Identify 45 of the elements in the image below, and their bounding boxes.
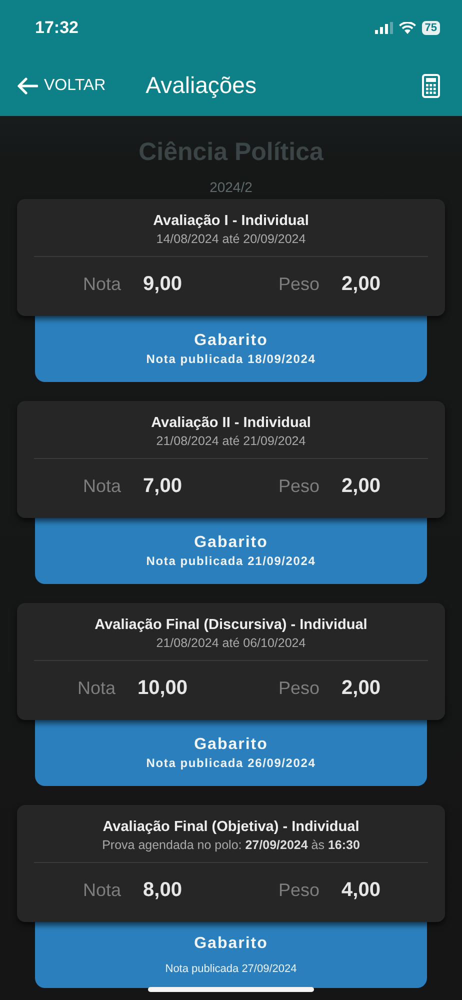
grade-label: Nota [77,678,116,699]
weight-value: 2,00 [342,677,380,700]
answer-key-button[interactable]: Gabarito Nota publicada 26/09/2024 [35,720,427,786]
assessment-period: 21/08/2024 até 21/09/2024 [155,434,307,448]
screen-title: Avaliações [146,72,258,99]
assessment-period: 21/08/2024 até 06/10/2024 [155,636,307,650]
weight-value: 4,00 [342,879,380,902]
published-note: Nota publicada 18/09/2024 [146,352,316,366]
signal-icon [374,22,393,34]
answer-key-button[interactable]: Gabarito Nota publicada 27/09/2024 [35,922,427,988]
weight-label: Peso [278,880,320,901]
grade-value: 7,00 [143,475,182,498]
grade-value: 9,00 [143,273,182,296]
battery-indicator: 75 [422,20,440,34]
grade-value: 10,00 [137,677,188,700]
assessment-title: Avaliação Final (Discursiva) - Individual [94,617,368,633]
grade-label: Nota [83,880,122,901]
weight-label: Peso [278,274,320,295]
wifi-icon [398,22,416,34]
published-note: Nota publicada 21/09/2024 [146,554,316,568]
assessment-title: Avaliação II - Individual [150,415,312,431]
assessment-period: 14/08/2024 até 20/09/2024 [155,232,307,246]
button-title: Gabarito [194,332,268,350]
grade-value: 8,00 [143,879,182,902]
weight-label: Peso [278,476,320,497]
status-time: 17:32 [35,18,78,38]
assessment-period: Prova agendada no polo: 27/09/2024 às 16:30 [101,838,361,852]
back-arrow-icon [16,76,38,94]
assessment-title: Avaliação I - Individual [152,213,310,229]
button-title: Gabarito [194,534,268,552]
answer-key-button[interactable]: Gabarito Nota publicada 18/09/2024 [35,316,427,382]
published-note: Nota publicada 27/09/2024 [165,963,297,975]
answer-key-button[interactable]: Gabarito Nota publicada 21/09/2024 [35,518,427,584]
term-label: 2024/2 [210,179,252,195]
weight-value: 2,00 [342,273,380,296]
button-title: Gabarito [194,935,268,953]
button-title: Gabarito [194,736,268,754]
weight-label: Peso [278,678,320,699]
back-button[interactable]: VOLTAR [16,76,106,94]
grade-label: Nota [83,274,122,295]
grade-label: Nota [83,476,122,497]
published-note: Nota publicada 26/09/2024 [146,756,316,770]
weight-value: 2,00 [342,475,380,498]
assessment-title: Avaliação Final (Objetiva) - Individual [102,819,360,835]
calculator-icon[interactable] [422,74,440,98]
